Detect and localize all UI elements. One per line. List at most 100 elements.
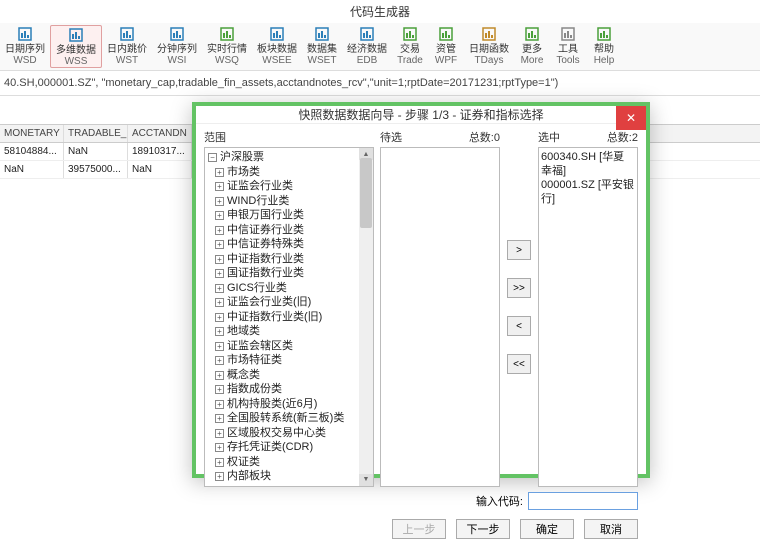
tree-node[interactable]: +机构持股类(近6月) [205, 397, 373, 412]
code-label: 输入代码: [476, 493, 523, 509]
ribbon-label: 日内跳价 [107, 44, 147, 55]
tree-node[interactable]: +内部板块 [205, 469, 373, 484]
tree-node[interactable]: +GICS行业类 [205, 281, 373, 296]
tree-node[interactable]: +存托凭证类(CDR) [205, 440, 373, 455]
prev-button: 上一步 [392, 519, 446, 539]
tree-node[interactable]: +中证指数行业类(旧) [205, 310, 373, 325]
scroll-thumb[interactable] [360, 158, 372, 228]
ribbon-icon [118, 25, 136, 43]
ribbon-icon [559, 25, 577, 43]
tree-node[interactable]: +申银万国行业类 [205, 208, 373, 223]
pending-list[interactable] [380, 147, 500, 487]
ribbon-code: WSET [308, 55, 337, 66]
tree-node[interactable]: +国证指数行业类 [205, 266, 373, 281]
ribbon-icon [358, 25, 376, 43]
ribbon-label: 交易 [400, 44, 420, 55]
ribbon-wpf[interactable]: 资管WPF [428, 25, 464, 68]
code-input[interactable] [528, 492, 638, 510]
ribbon-label: 经济数据 [347, 44, 387, 55]
ribbon-icon [437, 25, 455, 43]
tree-scrollbar[interactable]: ▲ ▼ [359, 148, 373, 486]
ribbon-code: WSS [65, 56, 88, 67]
selected-label: 选中 [538, 129, 560, 145]
ribbon-label: 工具 [558, 44, 578, 55]
tree-node[interactable]: +中信证券行业类 [205, 223, 373, 238]
list-item[interactable]: 600340.SH [华夏幸福] [541, 150, 635, 178]
move-all-left-button[interactable]: << [507, 354, 531, 374]
ribbon-trade[interactable]: 交易Trade [392, 25, 428, 68]
move-all-right-button[interactable]: >> [507, 278, 531, 298]
tree-node[interactable]: +概念类 [205, 368, 373, 383]
tree-node[interactable]: +市场特征类 [205, 353, 373, 368]
move-right-button[interactable]: > [507, 240, 531, 260]
ribbon-code: TDays [475, 55, 504, 66]
ribbon-code: WSQ [215, 55, 239, 66]
tree-node[interactable]: +证监会行业类 [205, 179, 373, 194]
tree-node[interactable]: +证监会辖区类 [205, 339, 373, 354]
ribbon-code: Trade [397, 55, 423, 66]
cell: NaN [0, 161, 64, 178]
tree-node[interactable]: +证监会行业类(旧) [205, 295, 373, 310]
ribbon-wsee[interactable]: 板块数据WSEE [252, 25, 302, 68]
tree-node[interactable]: +权证类 [205, 455, 373, 470]
tree-node[interactable]: +指数成份类 [205, 382, 373, 397]
ribbon-icon [401, 25, 419, 43]
pending-label: 待选 [380, 129, 402, 145]
range-tree[interactable]: −沪深股票+市场类+证监会行业类+WIND行业类+申银万国行业类+中信证券行业类… [204, 147, 374, 487]
ribbon-tdays[interactable]: 日期函数TDays [464, 25, 514, 68]
ribbon-code: Help [594, 55, 615, 66]
ribbon-wsi[interactable]: 分钟序列WSI [152, 25, 202, 68]
cell: NaN [128, 161, 192, 178]
ribbon-wss[interactable]: 多维数据WSS [50, 25, 102, 68]
tree-node[interactable]: +中信证券特殊类 [205, 237, 373, 252]
tree-node[interactable]: +区域股权交易中心类 [205, 426, 373, 441]
ribbon-help[interactable]: 帮助Help [586, 25, 622, 68]
ribbon-wsd[interactable]: 日期序列WSD [0, 25, 50, 68]
ribbon-code: WSD [13, 55, 36, 66]
ribbon-label: 板块数据 [257, 44, 297, 55]
cell: NaN [64, 143, 128, 160]
ribbon-code: More [521, 55, 544, 66]
tree-root[interactable]: −沪深股票 [205, 150, 373, 165]
ribbon-icon [313, 25, 331, 43]
ribbon-code: WSEE [262, 55, 291, 66]
selected-list[interactable]: 600340.SH [华夏幸福]000001.SZ [平安银行] [538, 147, 638, 487]
ribbon-wset[interactable]: 数据集WSET [302, 25, 342, 68]
ribbon-code: WST [116, 55, 138, 66]
dialog-title: 快照数据数据向导 - 步骤 1/3 - 证券和指标选择 [298, 106, 543, 123]
ribbon-icon [595, 25, 613, 43]
cancel-button[interactable]: 取消 [584, 519, 638, 539]
ribbon-label: 资管 [436, 44, 456, 55]
ok-button[interactable]: 确定 [520, 519, 574, 539]
ribbon-edb[interactable]: 经济数据EDB [342, 25, 392, 68]
tree-node[interactable]: +全国股转系统(新三板)类 [205, 411, 373, 426]
ribbon-label: 数据集 [307, 44, 337, 55]
tree-node[interactable]: +中证指数行业类 [205, 252, 373, 267]
ribbon-code: Tools [556, 55, 579, 66]
cell: 39575000... [64, 161, 128, 178]
ribbon-toolbar: 日期序列WSD多维数据WSS日内跳价WST分钟序列WSI实时行情WSQ板块数据W… [0, 23, 760, 71]
next-button[interactable]: 下一步 [456, 519, 510, 539]
ribbon-code: WSI [168, 55, 187, 66]
tree-node[interactable]: +WIND行业类 [205, 194, 373, 209]
ribbon-tools[interactable]: 工具Tools [550, 25, 586, 68]
ribbon-icon [268, 25, 286, 43]
cell: 58104884... [0, 143, 64, 160]
wizard-dialog: 快照数据数据向导 - 步骤 1/3 - 证券和指标选择 ✕ 范围 −沪深股票+市… [192, 102, 650, 478]
move-left-button[interactable]: < [507, 316, 531, 336]
close-button[interactable]: ✕ [616, 106, 646, 130]
ribbon-label: 实时行情 [207, 44, 247, 55]
ribbon-wsq[interactable]: 实时行情WSQ [202, 25, 252, 68]
ribbon-icon [67, 26, 85, 44]
col-header[interactable]: MONETARY [0, 125, 64, 142]
ribbon-code: EDB [357, 55, 378, 66]
tree-node[interactable]: +地域类 [205, 324, 373, 339]
col-header[interactable]: TRADABLE_F [64, 125, 128, 142]
list-item[interactable]: 000001.SZ [平安银行] [541, 178, 635, 206]
ribbon-wst[interactable]: 日内跳价WST [102, 25, 152, 68]
ribbon-more[interactable]: 更多More [514, 25, 550, 68]
pending-count: 总数:0 [469, 129, 500, 145]
col-header[interactable]: ACCTANDN [128, 125, 192, 142]
scroll-down-icon[interactable]: ▼ [359, 474, 373, 486]
tree-node[interactable]: +市场类 [205, 165, 373, 180]
